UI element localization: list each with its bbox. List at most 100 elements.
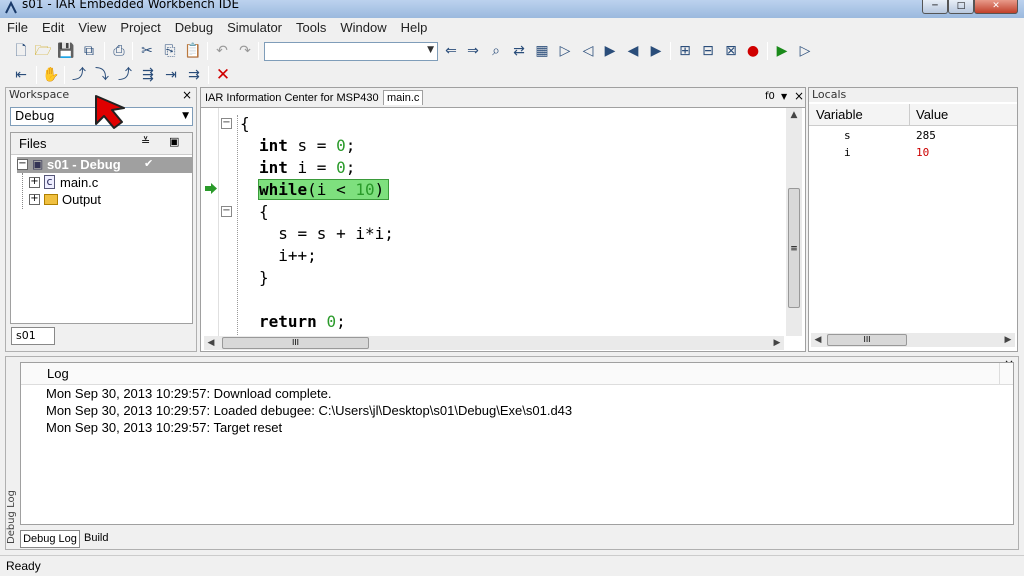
step-out-icon[interactable]: ⤴ <box>116 66 134 84</box>
next-statement-icon[interactable]: ⇶ <box>139 66 157 84</box>
editor-gutter <box>201 108 219 336</box>
next-bookmark-icon[interactable]: ▶ <box>601 42 619 60</box>
editor-horizontal-scrollbar[interactable]: ◀ III ▶ <box>204 336 784 350</box>
step-over-icon[interactable]: ⤴ <box>70 66 88 84</box>
breakpoint-icon[interactable]: ● <box>744 42 762 60</box>
step-into-icon[interactable]: ⤵ <box>93 66 111 84</box>
scroll-thumb[interactable]: III <box>827 334 907 346</box>
column-variable[interactable]: Variable <box>816 107 863 122</box>
minimize-button[interactable]: ─ <box>922 0 948 14</box>
reset-icon[interactable]: ⇤ <box>12 66 30 84</box>
code-line-10: return 0; <box>259 312 346 331</box>
break-icon[interactable]: ✋ <box>42 66 60 84</box>
log-entry[interactable]: Mon Sep 30, 2013 10:29:57: Download comp… <box>46 386 331 401</box>
folder-icon <box>44 194 58 205</box>
save-icon[interactable]: 💾 <box>57 42 75 60</box>
files-tree: Files ≚ ▣ − ▣ s01 - Debug ✔ + c main.c +… <box>10 132 193 324</box>
run-to-cursor-icon[interactable]: ⇥ <box>162 66 180 84</box>
tab-main-c[interactable]: main.c <box>383 90 424 105</box>
replace-icon[interactable]: ⇄ <box>510 42 528 60</box>
tab-info-center[interactable]: IAR Information Center for MSP430 <box>205 92 379 104</box>
expand-icon[interactable]: + <box>29 177 40 188</box>
goto-icon[interactable]: ▦ <box>533 42 551 60</box>
prev-bookmark-icon[interactable]: ◁ <box>579 42 597 60</box>
menu-file[interactable]: File <box>0 18 35 38</box>
locals-horizontal-scrollbar[interactable]: ◀ III ▶ <box>811 333 1015 347</box>
find-next-icon[interactable]: ⇒ <box>464 42 482 60</box>
stop-debugging-icon[interactable]: ✕ <box>214 66 232 84</box>
find-previous-icon[interactable]: ⇐ <box>442 42 460 60</box>
menu-project[interactable]: Project <box>113 18 167 38</box>
debug-without-download-icon[interactable]: ▷ <box>796 42 814 60</box>
editor-vertical-scrollbar[interactable]: ▲ ≡ <box>786 108 802 336</box>
debug-toolbar: ⇤ ✋ ⤴ ⤵ ⤴ ⇶ ⇥ ⇉ ✕ <box>0 62 1024 88</box>
main-toolbar: 🗋 🗁 💾 ⧉ ⎙ ✂ ⎘ 📋 ↶ ↷ ⇐ ⇒ ⌕ ⇄ ▦ ▷ ◁ ▶ ◀ ▶ … <box>0 38 1024 64</box>
scroll-left-icon[interactable]: ◀ <box>204 336 218 350</box>
scroll-up-icon[interactable]: ▲ <box>787 108 801 122</box>
tab-debug-log[interactable]: Debug Log <box>20 530 80 548</box>
menu-help[interactable]: Help <box>394 18 435 38</box>
make-icon[interactable]: ⊟ <box>699 42 717 60</box>
navigate-back-icon[interactable]: ◀ <box>624 42 642 60</box>
locals-row-i[interactable]: i 10 <box>809 145 1017 162</box>
undo-icon[interactable]: ↶ <box>213 42 231 60</box>
chevron-down-icon[interactable]: ▼ <box>781 92 787 101</box>
stop-build-icon[interactable]: ⊠ <box>722 42 740 60</box>
maximize-button[interactable]: □ <box>948 0 974 14</box>
save-all-icon[interactable]: ⧉ <box>80 42 98 60</box>
editor-close-button[interactable]: × <box>794 89 804 103</box>
locals-header: Variable Value <box>809 104 1017 126</box>
expand-icon[interactable]: + <box>29 194 40 205</box>
fold-toggle[interactable]: − <box>221 206 232 217</box>
tab-build[interactable]: Build <box>84 532 108 544</box>
config-value: Debug <box>15 109 55 123</box>
build-column-icon[interactable]: ▣ <box>169 135 179 148</box>
code-line-3: int i = 0; <box>259 158 356 177</box>
menu-edit[interactable]: Edit <box>35 18 71 38</box>
toggle-bookmark-icon[interactable]: ▷ <box>556 42 574 60</box>
locals-title: Locals <box>809 88 1017 102</box>
close-button[interactable]: ✕ <box>974 0 1018 14</box>
menu-tools[interactable]: Tools <box>289 18 333 38</box>
redo-icon[interactable]: ↷ <box>236 42 254 60</box>
function-dropdown[interactable]: f0 <box>765 91 775 102</box>
pointer-arrow-icon <box>95 95 125 129</box>
code-line-6: s = s + i*i; <box>259 224 394 243</box>
scroll-left-icon[interactable]: ◀ <box>811 333 825 347</box>
scroll-thumb[interactable]: III <box>222 337 369 349</box>
print-icon[interactable]: ⎙ <box>110 42 128 60</box>
navigate-forward-icon[interactable]: ▶ <box>647 42 665 60</box>
fold-toggle[interactable]: − <box>221 118 232 129</box>
log-entry[interactable]: Mon Sep 30, 2013 10:29:57: Target reset <box>46 420 282 435</box>
workspace-tab-s01[interactable]: s01 <box>11 327 55 345</box>
log-entry[interactable]: Mon Sep 30, 2013 10:29:57: Loaded debuge… <box>46 403 572 418</box>
new-file-icon[interactable]: 🗋 <box>12 42 30 60</box>
scroll-right-icon[interactable]: ▶ <box>1001 333 1015 347</box>
menu-window[interactable]: Window <box>333 18 393 38</box>
menu-debug[interactable]: Debug <box>168 18 220 38</box>
menu-simulator[interactable]: Simulator <box>220 18 289 38</box>
download-debug-icon[interactable]: ▶ <box>773 42 791 60</box>
find-combo[interactable] <box>264 42 438 61</box>
column-value[interactable]: Value <box>916 107 948 122</box>
files-header-label: Files <box>19 136 47 151</box>
scroll-thumb[interactable]: ≡ <box>788 188 800 308</box>
code-line-4: while(i < 10) <box>259 180 385 199</box>
compile-icon[interactable]: ⊞ <box>676 42 694 60</box>
build-check-icon: ✔ <box>144 157 154 170</box>
options-column-icon[interactable]: ≚ <box>141 135 150 148</box>
locals-row-s[interactable]: s 285 <box>809 128 1017 145</box>
workspace-close-button[interactable]: × <box>182 88 192 102</box>
editor-tabbar: IAR Information Center for MSP430 main.c… <box>201 88 805 108</box>
collapse-icon[interactable]: − <box>17 159 28 170</box>
log-header-label[interactable]: Log <box>47 366 69 381</box>
cut-icon[interactable]: ✂ <box>138 42 156 60</box>
copy-icon[interactable]: ⎘ <box>161 42 179 60</box>
go-icon[interactable]: ⇉ <box>185 66 203 84</box>
scroll-right-icon[interactable]: ▶ <box>770 336 784 350</box>
open-folder-icon[interactable]: 🗁 <box>34 42 52 60</box>
menu-view[interactable]: View <box>71 18 113 38</box>
paste-icon[interactable]: 📋 <box>184 42 202 60</box>
find-icon[interactable]: ⌕ <box>487 42 505 60</box>
tree-item-project[interactable]: − ▣ s01 - Debug ✔ <box>17 157 192 173</box>
